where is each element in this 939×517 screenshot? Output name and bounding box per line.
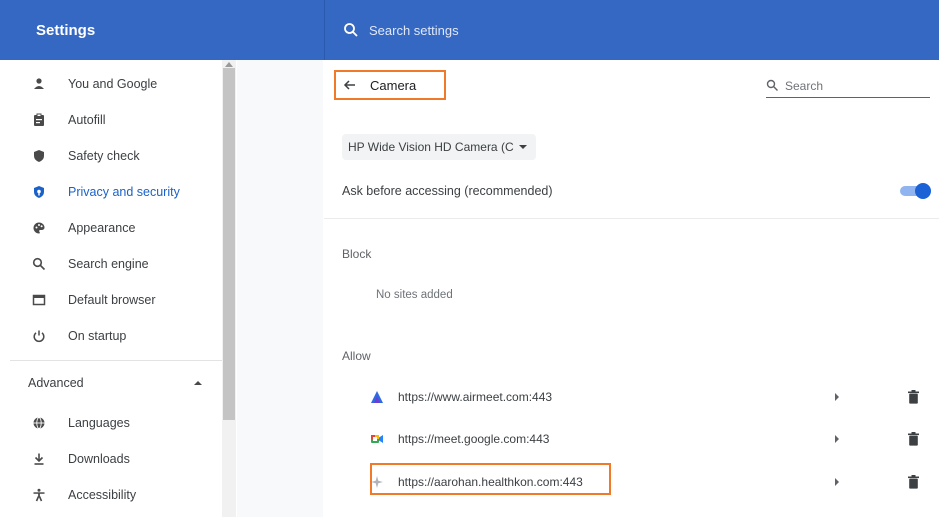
sidebar-item-you-and-google[interactable]: You and Google bbox=[0, 66, 222, 102]
sidebar-item-accessibility[interactable]: Accessibility bbox=[0, 477, 222, 513]
expand-arrow-icon[interactable] bbox=[830, 432, 844, 446]
expand-arrow-icon[interactable] bbox=[830, 390, 844, 404]
app-header: Settings bbox=[0, 0, 324, 60]
trash-icon[interactable] bbox=[906, 432, 920, 446]
chevron-up-icon bbox=[194, 381, 202, 385]
section-divider bbox=[324, 218, 939, 219]
google-meet-favicon-icon bbox=[370, 432, 384, 446]
settings-search-placeholder[interactable]: Search settings bbox=[369, 23, 459, 38]
allow-section-title: Allow bbox=[342, 349, 371, 363]
app-title: Settings bbox=[36, 21, 96, 39]
site-url[interactable]: https://meet.google.com:443 bbox=[398, 432, 830, 446]
search-icon bbox=[766, 79, 778, 91]
shield-icon bbox=[30, 147, 48, 165]
advanced-label: Advanced bbox=[28, 376, 84, 390]
ask-before-accessing-label: Ask before accessing (recommended) bbox=[342, 184, 553, 198]
sidebar-item-label: Accessibility bbox=[68, 488, 137, 502]
trash-icon[interactable] bbox=[906, 390, 920, 404]
sidebar-item-label: On startup bbox=[68, 329, 127, 343]
sidebar-divider bbox=[10, 360, 222, 361]
airmeet-favicon-icon bbox=[370, 390, 384, 404]
clipboard-icon bbox=[30, 111, 48, 129]
content-gutter bbox=[237, 60, 323, 517]
download-icon bbox=[30, 450, 48, 468]
ask-before-accessing-toggle[interactable] bbox=[900, 183, 931, 199]
sidebar-item-label: Autofill bbox=[68, 113, 106, 127]
sidebar-item-autofill[interactable]: Autofill bbox=[0, 102, 222, 138]
dropdown-arrow-icon bbox=[518, 145, 527, 149]
browser-window-icon bbox=[30, 291, 48, 309]
trash-icon[interactable] bbox=[906, 475, 920, 489]
site-search-field[interactable] bbox=[766, 74, 930, 98]
camera-page-header: Camera bbox=[334, 70, 446, 100]
power-icon bbox=[30, 327, 48, 345]
sidebar-item-label: Search engine bbox=[68, 257, 149, 271]
sidebar-item-label: Languages bbox=[68, 416, 130, 430]
camera-device-select[interactable]: HP Wide Vision HD Camera (C bbox=[342, 134, 536, 160]
page-title: Camera bbox=[370, 77, 417, 93]
ask-before-accessing-row: Ask before accessing (recommended) bbox=[342, 178, 932, 204]
sidebar-item-label: Privacy and security bbox=[68, 185, 180, 199]
settings-search-bar[interactable]: Search settings bbox=[324, 0, 939, 60]
sidebar-item-appearance[interactable]: Appearance bbox=[0, 210, 222, 246]
search-icon bbox=[30, 255, 48, 273]
accessibility-icon bbox=[30, 486, 48, 504]
allowed-site-row[interactable]: https://meet.google.com:443 bbox=[370, 422, 930, 456]
sidebar-item-languages[interactable]: Languages bbox=[0, 405, 222, 441]
shield-lock-icon bbox=[30, 183, 48, 201]
sidebar-item-safety-check[interactable]: Safety check bbox=[0, 138, 222, 174]
sidebar-item-privacy-and-security[interactable]: Privacy and security bbox=[0, 174, 222, 210]
site-search-input[interactable] bbox=[785, 78, 925, 93]
sidebar-item-search-engine[interactable]: Search engine bbox=[0, 246, 222, 282]
top-bar: Settings Search settings bbox=[0, 0, 939, 60]
scroll-up-arrow-icon[interactable] bbox=[225, 62, 233, 67]
sidebar: You and Google Autofill Safety check Pri… bbox=[0, 60, 237, 517]
highlight-box bbox=[370, 463, 611, 495]
palette-icon bbox=[30, 219, 48, 237]
toggle-thumb bbox=[915, 183, 931, 199]
back-arrow-icon[interactable] bbox=[342, 77, 358, 93]
sidebar-item-label: You and Google bbox=[68, 77, 158, 91]
person-icon bbox=[30, 75, 48, 93]
sidebar-item-on-startup[interactable]: On startup bbox=[0, 318, 222, 354]
globe-icon bbox=[30, 414, 48, 432]
sidebar-item-downloads[interactable]: Downloads bbox=[0, 441, 222, 477]
sidebar-item-default-browser[interactable]: Default browser bbox=[0, 282, 222, 318]
search-icon bbox=[344, 23, 358, 37]
allowed-site-row[interactable]: https://www.airmeet.com:443 bbox=[370, 380, 930, 414]
sidebar-item-label: Default browser bbox=[68, 293, 156, 307]
camera-settings-panel: Camera HP Wide Vision HD Camera (C Ask b… bbox=[324, 60, 939, 517]
sidebar-item-label: Safety check bbox=[68, 149, 140, 163]
site-url[interactable]: https://www.airmeet.com:443 bbox=[398, 390, 830, 404]
block-empty-text: No sites added bbox=[376, 289, 453, 301]
sidebar-advanced-toggle[interactable]: Advanced bbox=[0, 368, 222, 398]
sidebar-scrollbar[interactable] bbox=[222, 60, 236, 517]
block-section-title: Block bbox=[342, 247, 372, 261]
sidebar-item-label: Appearance bbox=[68, 221, 136, 235]
expand-arrow-icon[interactable] bbox=[830, 475, 844, 489]
camera-device-value: HP Wide Vision HD Camera (C bbox=[348, 140, 514, 154]
scrollbar-thumb[interactable] bbox=[223, 68, 235, 420]
sidebar-item-label: Downloads bbox=[68, 452, 130, 466]
